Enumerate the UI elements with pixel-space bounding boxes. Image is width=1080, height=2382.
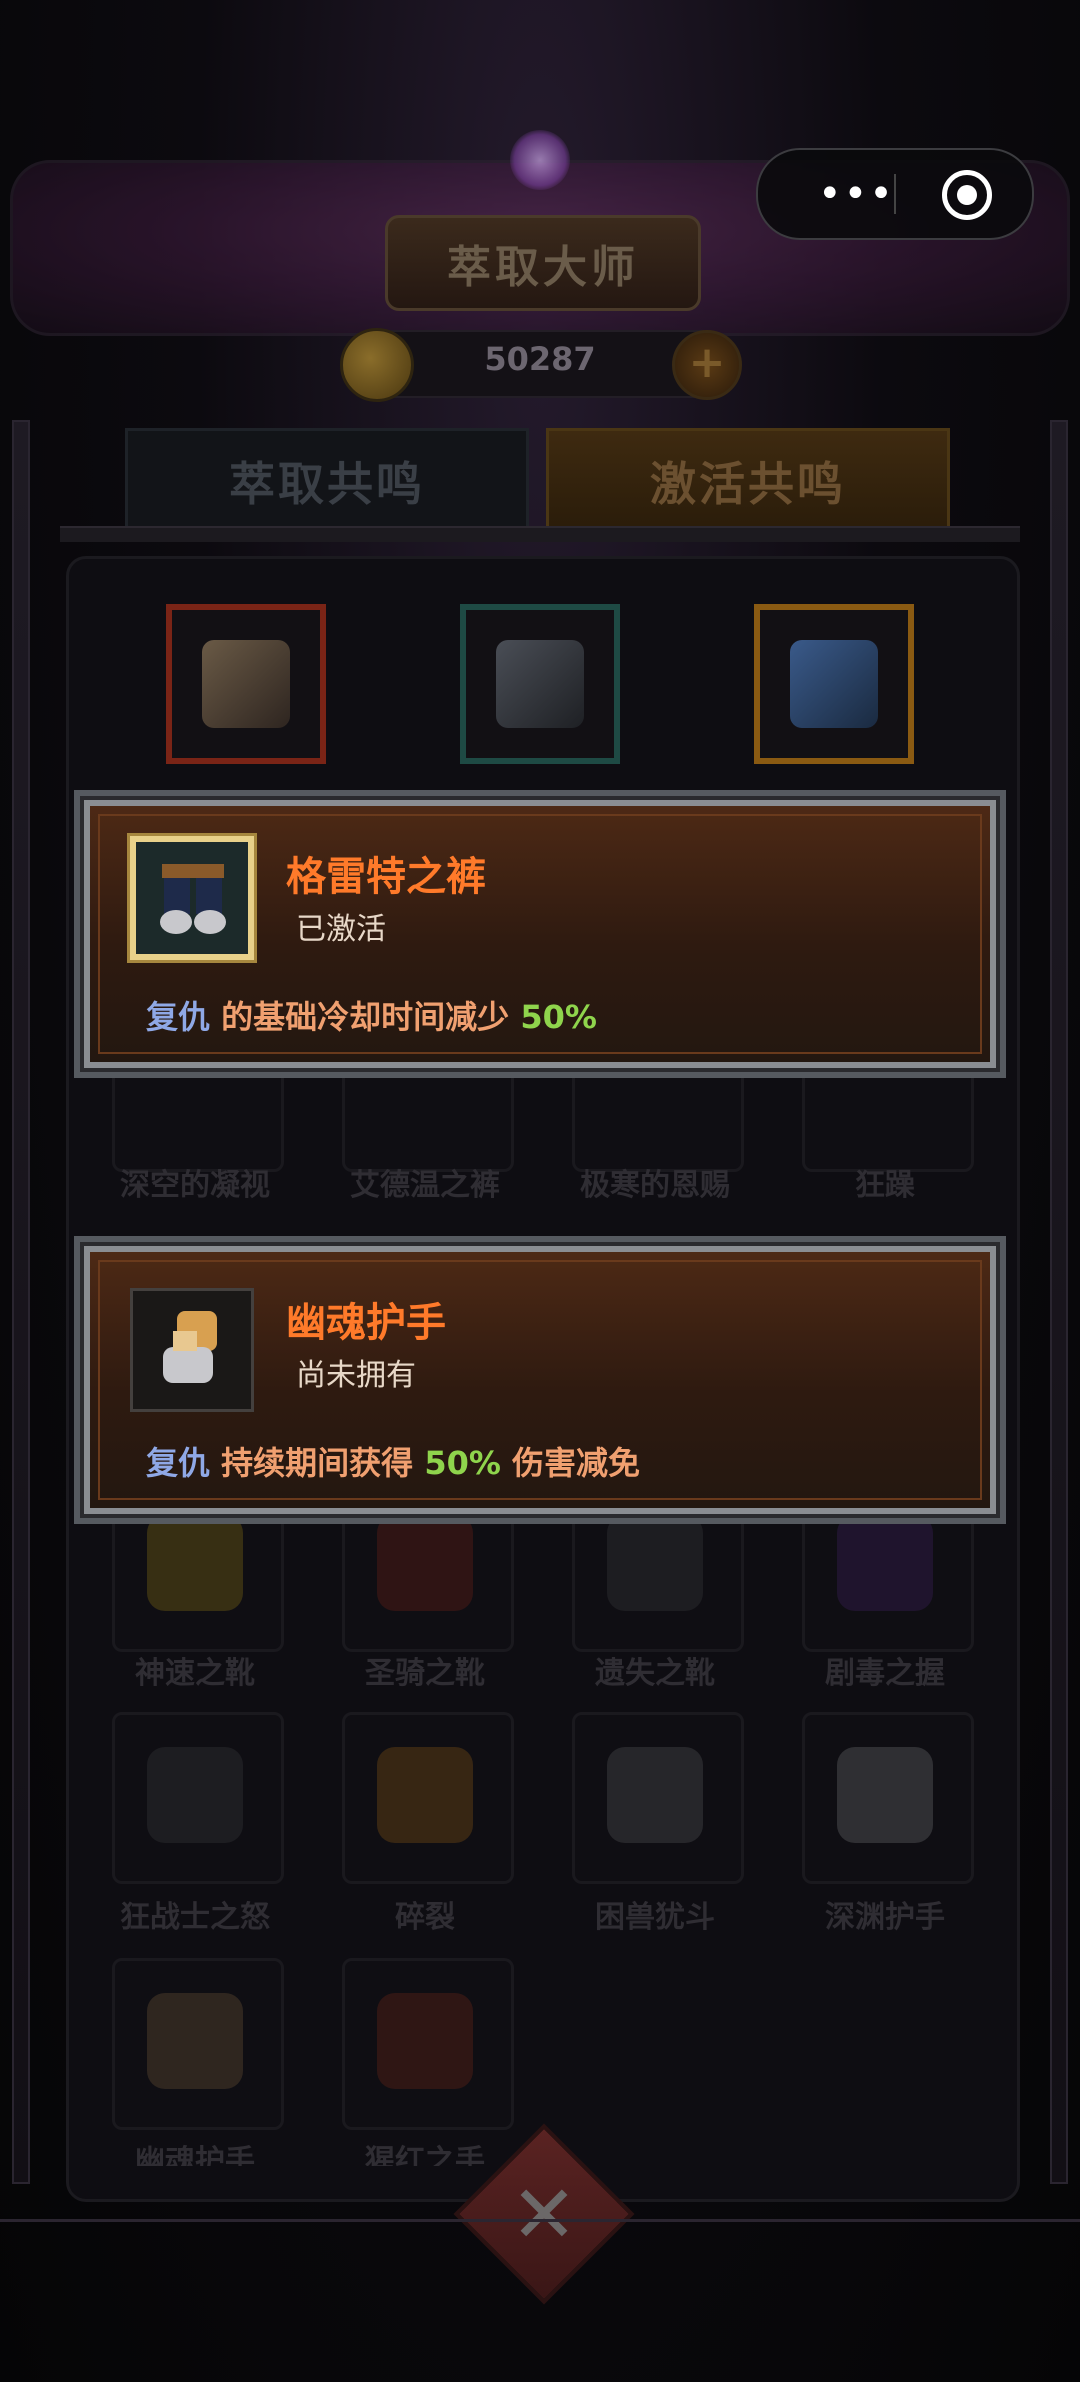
item-label: 碎裂 xyxy=(395,1900,455,1935)
equipped-slot-greaves[interactable] xyxy=(460,604,620,764)
item-label: 艾德温之裤 xyxy=(350,1168,500,1203)
item-cell[interactable] xyxy=(112,1958,284,2130)
gauntlet-icon xyxy=(130,1288,254,1412)
item-label: 深渊护手 xyxy=(825,1900,945,1935)
item-status: 已激活 xyxy=(296,912,386,947)
boots-icon xyxy=(377,1515,473,1611)
item-effect: 复仇 的基础冷却时间减少 50% xyxy=(146,992,597,1038)
bottom-ornament xyxy=(0,2219,1080,2282)
title-plate: 萃取大师 xyxy=(385,215,701,311)
greaves-icon xyxy=(496,640,584,728)
item-label: 幽魂护手 xyxy=(135,2144,255,2166)
item-label: 狂躁 xyxy=(855,1168,915,1203)
item-cell[interactable] xyxy=(802,1712,974,1884)
item-name: 幽魂护手 xyxy=(286,1300,446,1346)
item-label: 圣骑之靴 xyxy=(365,1656,485,1691)
item-name: 格雷特之裤 xyxy=(286,854,486,900)
item-cell[interactable] xyxy=(112,1712,284,1884)
item-label: 狂战士之怒 xyxy=(120,1900,270,1935)
gauntlet-icon xyxy=(147,1993,243,2089)
close-miniprogram-icon[interactable] xyxy=(942,170,992,220)
item-label: 困兽犹斗 xyxy=(595,1900,715,1935)
effect-text-suffix: 伤害减免 xyxy=(512,1444,641,1482)
right-frame-rail xyxy=(1050,420,1068,2184)
item-label: 极寒的恩赐 xyxy=(580,1168,730,1203)
boots-icon xyxy=(607,1515,703,1611)
crystal-orb-icon xyxy=(510,130,570,190)
add-coins-button[interactable]: + xyxy=(672,330,742,400)
effect-percent: 50% xyxy=(520,998,597,1036)
bracer-icon xyxy=(202,640,290,728)
left-frame-rail xyxy=(12,420,30,2184)
page-title: 萃取大师 xyxy=(447,242,639,293)
effect-text: 的基础冷却时间减少 xyxy=(221,998,510,1036)
gauntlet-icon xyxy=(147,1747,243,1843)
coin-amount: 50287 xyxy=(484,340,596,378)
tab-divider xyxy=(60,526,1020,542)
equipped-slot-amulet[interactable] xyxy=(754,604,914,764)
item-cell[interactable] xyxy=(342,1712,514,1884)
miniprogram-capsule: ••• xyxy=(756,148,1034,240)
pants-icon-art xyxy=(160,864,226,934)
tab-extract-resonance[interactable]: 萃取共鸣 xyxy=(125,428,529,534)
gauntlet-icon xyxy=(607,1747,703,1843)
item-status: 尚未拥有 xyxy=(296,1358,416,1393)
skill-keyword: 复仇 xyxy=(146,1444,211,1482)
item-tooltip-activated: 格雷特之裤 已激活 复仇 的基础冷却时间减少 50% xyxy=(84,800,996,1068)
boots-icon xyxy=(147,1515,243,1611)
item-cell[interactable] xyxy=(572,1712,744,1884)
tab-activate-resonance[interactable]: 激活共鸣 xyxy=(546,428,950,534)
item-label: 剧毒之握 xyxy=(825,1656,945,1691)
gauntlet-icon xyxy=(377,1747,473,1843)
capsule-divider xyxy=(894,174,896,214)
item-effect: 复仇 持续期间获得 50% 伤害减免 xyxy=(146,1438,640,1484)
equipped-slot-bracer[interactable] xyxy=(166,604,326,764)
gauntlet-icon xyxy=(837,1747,933,1843)
coin-icon xyxy=(340,328,414,402)
amulet-icon xyxy=(790,640,878,728)
item-label: 神速之靴 xyxy=(135,1656,255,1691)
more-options-button[interactable]: ••• xyxy=(818,150,895,238)
effect-percent: 50% xyxy=(424,1444,501,1482)
item-label: 遗失之靴 xyxy=(595,1656,715,1691)
effect-text: 持续期间获得 xyxy=(221,1444,414,1482)
skill-keyword: 复仇 xyxy=(146,998,211,1036)
item-label: 深空的凝视 xyxy=(120,1168,270,1203)
gauntlet-icon xyxy=(377,1993,473,2089)
gauntlet-icon-art xyxy=(163,1311,217,1383)
pants-icon xyxy=(130,836,254,960)
item-cell[interactable] xyxy=(342,1958,514,2130)
gauntlet-icon xyxy=(837,1515,933,1611)
item-tooltip-locked: 幽魂护手 尚未拥有 复仇 持续期间获得 50% 伤害减免 xyxy=(84,1246,996,1514)
